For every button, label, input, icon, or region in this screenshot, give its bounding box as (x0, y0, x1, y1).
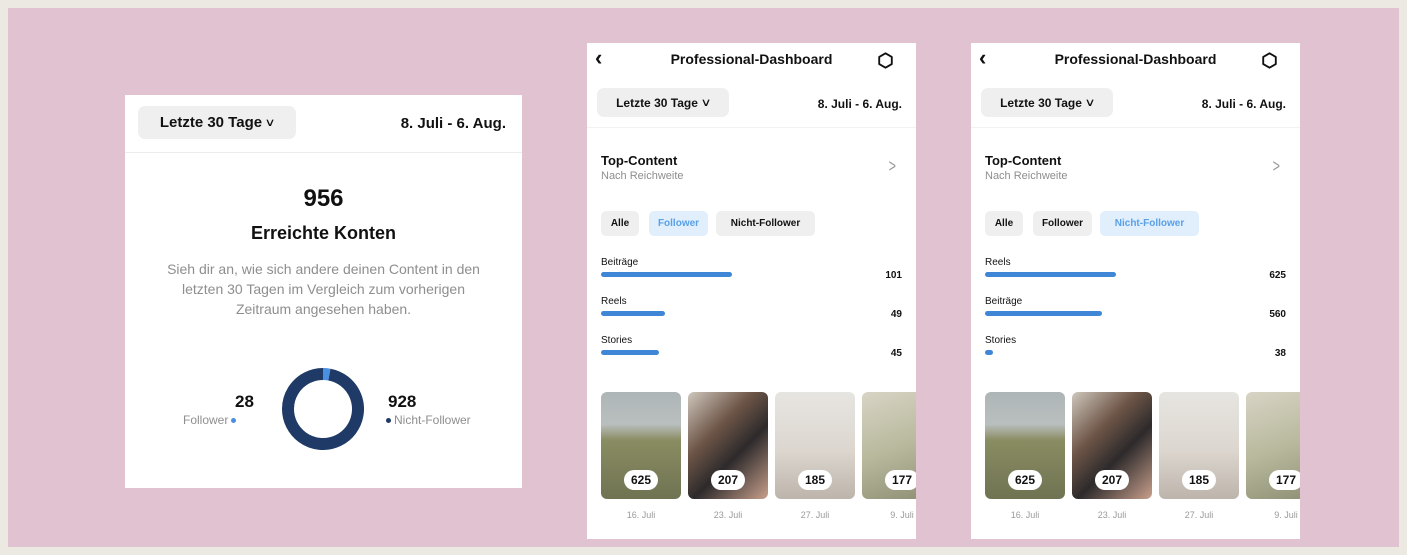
metric-value: 101 (885, 270, 902, 281)
metric-value: 625 (1269, 270, 1286, 281)
divider (587, 127, 916, 128)
dashboard-header: ‹ Professional-Dashboard (587, 43, 916, 79)
metric-bar (601, 272, 732, 277)
chevron-down-icon: ∨ (264, 117, 276, 129)
dashboard-title: Professional-Dashboard (670, 51, 833, 67)
dashboard-title: Professional-Dashboard (1054, 51, 1217, 67)
date-range: 8. Juli - 6. Aug. (1201, 97, 1286, 111)
thumbnail-date: 23. Juli (713, 510, 743, 520)
donut-slice-non-follower (282, 368, 364, 450)
followers-label: Follower (183, 413, 229, 427)
filter-non-follower[interactable]: Nicht-Follower (1100, 211, 1199, 236)
period-dropdown[interactable]: Letzte 30 Tage ∨ (981, 88, 1113, 117)
content-thumbnail[interactable]: 625 (985, 392, 1065, 499)
period-dropdown-label: Letzte 30 Tage (616, 95, 698, 110)
metric-label: Stories (985, 335, 1017, 346)
top-content-title[interactable]: Top-Content (601, 153, 677, 168)
filter-follower-label: Follower (1041, 218, 1084, 229)
reach-count-badge: 207 (710, 470, 746, 490)
metric-value: 49 (890, 309, 902, 320)
metric-bar (985, 272, 1116, 277)
followers-count: 28 (235, 392, 254, 411)
metric-label: Beiträge (601, 257, 639, 268)
filter-follower-label: Follower (657, 218, 700, 229)
date-range: 8. Juli - 6. Aug. (817, 97, 902, 111)
thumbnail-date: 9. Juli (890, 510, 914, 520)
metric-value: 45 (890, 348, 902, 359)
thumbnail-date: 16. Juli (1010, 510, 1040, 520)
dashboard-panel: ‹ Professional-Dashboard Letzte 30 Tage … (587, 43, 916, 539)
metric-bar (601, 350, 659, 355)
period-dropdown-label: Letzte 30 Tage (159, 114, 263, 131)
content-thumbnail[interactable]: 185 (1159, 392, 1239, 499)
total-reached-count: 956 (303, 185, 344, 212)
divider (971, 127, 1300, 128)
period-dropdown[interactable]: Letzte 30 Tage ∨ (597, 88, 729, 117)
metric-label: Beiträge (985, 296, 1023, 307)
filter-non-follower-label: Nicht-Follower (730, 218, 801, 229)
content-thumbnail[interactable]: 207 (688, 392, 768, 499)
reach-count-badge: 177 (1268, 470, 1300, 490)
content-thumbnail[interactable]: 625 (601, 392, 681, 499)
top-content-subtitle: Nach Reichweite (601, 170, 684, 182)
thumbnail-date: 9. Juli (1274, 510, 1298, 520)
filter-follower[interactable]: Follower (1033, 211, 1092, 236)
background-frame: Letzte 30 Tage ∨ 8. Juli - 6. Aug. 956 E… (8, 8, 1399, 547)
period-bar: Letzte 30 Tage ∨ 8. Juli - 6. Aug. (125, 95, 522, 153)
metric-bar (601, 311, 665, 316)
metric-label: Reels (985, 257, 1011, 268)
non-followers-dot-icon (386, 418, 391, 424)
audience-donut-chart (282, 368, 364, 450)
filter-all[interactable]: Alle (985, 211, 1023, 236)
period-dropdown-label: Letzte 30 Tage (1000, 95, 1082, 110)
non-followers-label: Nicht-Follower (394, 413, 471, 427)
chevron-down-icon: ∨ (1084, 97, 1096, 109)
chevron-right-icon[interactable]: > (889, 156, 896, 177)
metric-bar (985, 311, 1102, 316)
reach-count-badge: 185 (797, 470, 833, 490)
reach-count-badge: 185 (1181, 470, 1217, 490)
metric-label: Stories (601, 335, 633, 346)
filter-all-label: Alle (610, 218, 630, 229)
settings-icon[interactable] (1261, 52, 1278, 69)
top-content-title[interactable]: Top-Content (985, 153, 1061, 168)
thumbnail-date: 27. Juli (800, 510, 830, 520)
settings-icon[interactable] (877, 52, 894, 69)
filter-all-label: Alle (994, 218, 1014, 229)
chevron-right-icon[interactable]: > (1273, 156, 1280, 177)
non-followers-count: 928 (388, 392, 417, 411)
filter-all[interactable]: Alle (601, 211, 639, 236)
content-thumbnail[interactable]: 185 (775, 392, 855, 499)
content-thumbnail[interactable]: 177 (1246, 392, 1300, 499)
metric-bar (985, 350, 993, 355)
followers-legend: Follower (183, 413, 237, 427)
content-thumbnail[interactable]: 177 (862, 392, 916, 499)
thumbnail-date: 16. Juli (626, 510, 656, 520)
date-range: 8. Juli - 6. Aug. (400, 115, 506, 132)
filter-non-follower[interactable]: Nicht-Follower (716, 211, 815, 236)
reach-count-badge: 625 (623, 470, 659, 490)
thumbnail-date: 23. Juli (1097, 510, 1127, 520)
reached-accounts-title: Erreichte Konten (250, 223, 397, 243)
period-dropdown[interactable]: Letzte 30 Tage ∨ (138, 106, 296, 139)
filter-follower[interactable]: Follower (649, 211, 708, 236)
reached-accounts-card: Letzte 30 Tage ∨ 8. Juli - 6. Aug. 956 E… (125, 95, 522, 488)
reach-count-badge: 625 (1007, 470, 1043, 490)
reach-count-badge: 177 (884, 470, 916, 490)
thumbnail-date: 27. Juli (1184, 510, 1214, 520)
dashboard-panel: ‹ Professional-Dashboard Letzte 30 Tage … (971, 43, 1300, 539)
metric-value: 38 (1274, 348, 1286, 359)
top-content-subtitle: Nach Reichweite (985, 170, 1068, 182)
followers-dot-icon (231, 418, 237, 424)
filter-non-follower-label: Nicht-Follower (1114, 218, 1185, 229)
reached-accounts-description: Sieh dir an, wie sich andere deinen Cont… (167, 261, 480, 317)
donut-slice-follower (322, 368, 331, 381)
dashboard-header: ‹ Professional-Dashboard (971, 43, 1300, 79)
content-thumbnail[interactable]: 207 (1072, 392, 1152, 499)
chevron-down-icon: ∨ (700, 97, 712, 109)
non-followers-legend: Nicht-Follower (386, 413, 471, 427)
metric-value: 560 (1269, 309, 1286, 320)
reach-count-badge: 207 (1094, 470, 1130, 490)
metric-label: Reels (601, 296, 627, 307)
